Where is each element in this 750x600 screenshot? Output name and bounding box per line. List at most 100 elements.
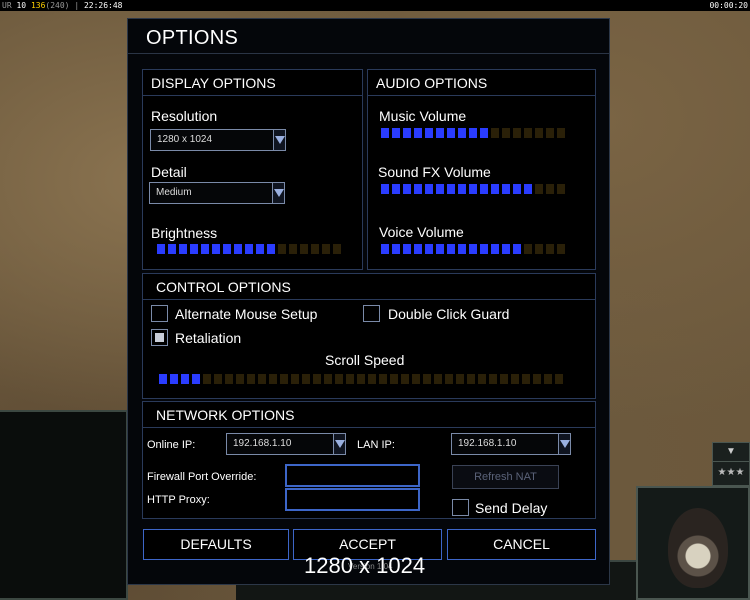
slider-segment[interactable] bbox=[170, 374, 178, 384]
slider-segment[interactable] bbox=[533, 374, 541, 384]
slider-segment[interactable] bbox=[489, 374, 497, 384]
slider-segment[interactable] bbox=[403, 128, 411, 138]
slider-segment[interactable] bbox=[357, 374, 365, 384]
slider-segment[interactable] bbox=[480, 128, 488, 138]
slider-segment[interactable] bbox=[381, 244, 389, 254]
slider-segment[interactable] bbox=[557, 128, 565, 138]
slider-segment[interactable] bbox=[500, 374, 508, 384]
slider-segment[interactable] bbox=[201, 244, 209, 254]
slider-segment[interactable] bbox=[436, 128, 444, 138]
http-proxy-input[interactable] bbox=[285, 488, 420, 511]
alternate-mouse-checkbox[interactable] bbox=[151, 305, 168, 322]
slider-segment[interactable] bbox=[555, 374, 563, 384]
slider-segment[interactable] bbox=[447, 184, 455, 194]
slider-segment[interactable] bbox=[236, 374, 244, 384]
slider-segment[interactable] bbox=[414, 184, 422, 194]
slider-segment[interactable] bbox=[414, 128, 422, 138]
slider-segment[interactable] bbox=[214, 374, 222, 384]
slider-segment[interactable] bbox=[190, 244, 198, 254]
send-delay-checkbox[interactable] bbox=[452, 499, 469, 516]
slider-segment[interactable] bbox=[447, 244, 455, 254]
slider-segment[interactable] bbox=[436, 184, 444, 194]
slider-segment[interactable] bbox=[491, 244, 499, 254]
slider-segment[interactable] bbox=[392, 244, 400, 254]
slider-segment[interactable] bbox=[313, 374, 321, 384]
slider-segment[interactable] bbox=[524, 244, 532, 254]
slider-segment[interactable] bbox=[447, 128, 455, 138]
slider-segment[interactable] bbox=[280, 374, 288, 384]
slider-segment[interactable] bbox=[157, 244, 165, 254]
retaliation-checkbox[interactable] bbox=[151, 329, 168, 346]
slider-segment[interactable] bbox=[557, 184, 565, 194]
slider-segment[interactable] bbox=[425, 128, 433, 138]
slider-segment[interactable] bbox=[524, 184, 532, 194]
slider-segment[interactable] bbox=[324, 374, 332, 384]
slider-segment[interactable] bbox=[535, 184, 543, 194]
slider-segment[interactable] bbox=[267, 244, 275, 254]
slider-segment[interactable] bbox=[291, 374, 299, 384]
slider-segment[interactable] bbox=[269, 374, 277, 384]
slider-segment[interactable] bbox=[425, 244, 433, 254]
slider-segment[interactable] bbox=[502, 244, 510, 254]
slider-segment[interactable] bbox=[557, 244, 565, 254]
slider-segment[interactable] bbox=[203, 374, 211, 384]
slider-segment[interactable] bbox=[403, 244, 411, 254]
slider-segment[interactable] bbox=[445, 374, 453, 384]
slider-segment[interactable] bbox=[502, 184, 510, 194]
slider-segment[interactable] bbox=[469, 184, 477, 194]
slider-segment[interactable] bbox=[469, 244, 477, 254]
slider-segment[interactable] bbox=[469, 128, 477, 138]
slider-segment[interactable] bbox=[491, 184, 499, 194]
slider-segment[interactable] bbox=[256, 244, 264, 254]
minimap-panel[interactable] bbox=[0, 410, 128, 600]
chevron-down-icon[interactable] bbox=[558, 434, 570, 454]
slider-segment[interactable] bbox=[245, 244, 253, 254]
slider-segment[interactable] bbox=[392, 128, 400, 138]
slider-segment[interactable] bbox=[436, 244, 444, 254]
slider-segment[interactable] bbox=[480, 244, 488, 254]
slider-segment[interactable] bbox=[458, 184, 466, 194]
slider-segment[interactable] bbox=[300, 244, 308, 254]
slider-segment[interactable] bbox=[225, 374, 233, 384]
slider-segment[interactable] bbox=[322, 244, 330, 254]
slider-segment[interactable] bbox=[192, 374, 200, 384]
slider-segment[interactable] bbox=[434, 374, 442, 384]
slider-segment[interactable] bbox=[458, 244, 466, 254]
slider-segment[interactable] bbox=[168, 244, 176, 254]
slider-segment[interactable] bbox=[179, 244, 187, 254]
chevron-down-icon[interactable] bbox=[333, 434, 345, 454]
brightness-slider[interactable] bbox=[157, 244, 347, 254]
slider-segment[interactable] bbox=[425, 184, 433, 194]
detail-dropdown[interactable]: Medium bbox=[149, 182, 285, 204]
slider-segment[interactable] bbox=[414, 244, 422, 254]
slider-segment[interactable] bbox=[333, 244, 341, 254]
slider-segment[interactable] bbox=[159, 374, 167, 384]
slider-segment[interactable] bbox=[467, 374, 475, 384]
slider-segment[interactable] bbox=[458, 128, 466, 138]
lan-ip-dropdown[interactable]: 192.168.1.10 bbox=[451, 433, 571, 455]
slider-segment[interactable] bbox=[381, 128, 389, 138]
sound-fx-volume-slider[interactable] bbox=[381, 184, 571, 194]
chevron-down-icon[interactable] bbox=[272, 183, 284, 203]
slider-segment[interactable] bbox=[247, 374, 255, 384]
slider-segment[interactable] bbox=[401, 374, 409, 384]
slider-segment[interactable] bbox=[302, 374, 310, 384]
slider-segment[interactable] bbox=[478, 374, 486, 384]
music-volume-slider[interactable] bbox=[381, 128, 571, 138]
chevron-down-icon[interactable]: ▼ bbox=[713, 443, 749, 462]
slider-segment[interactable] bbox=[511, 374, 519, 384]
chevron-down-icon[interactable] bbox=[273, 130, 285, 150]
slider-segment[interactable] bbox=[346, 374, 354, 384]
slider-segment[interactable] bbox=[546, 128, 554, 138]
slider-segment[interactable] bbox=[535, 244, 543, 254]
slider-segment[interactable] bbox=[546, 244, 554, 254]
slider-segment[interactable] bbox=[544, 374, 552, 384]
slider-segment[interactable] bbox=[513, 128, 521, 138]
slider-segment[interactable] bbox=[535, 128, 543, 138]
slider-segment[interactable] bbox=[212, 244, 220, 254]
slider-segment[interactable] bbox=[234, 244, 242, 254]
cancel-button[interactable]: CANCEL bbox=[447, 529, 596, 560]
online-ip-dropdown[interactable]: 192.168.1.10 bbox=[226, 433, 346, 455]
slider-segment[interactable] bbox=[289, 244, 297, 254]
voice-volume-slider[interactable] bbox=[381, 244, 571, 254]
